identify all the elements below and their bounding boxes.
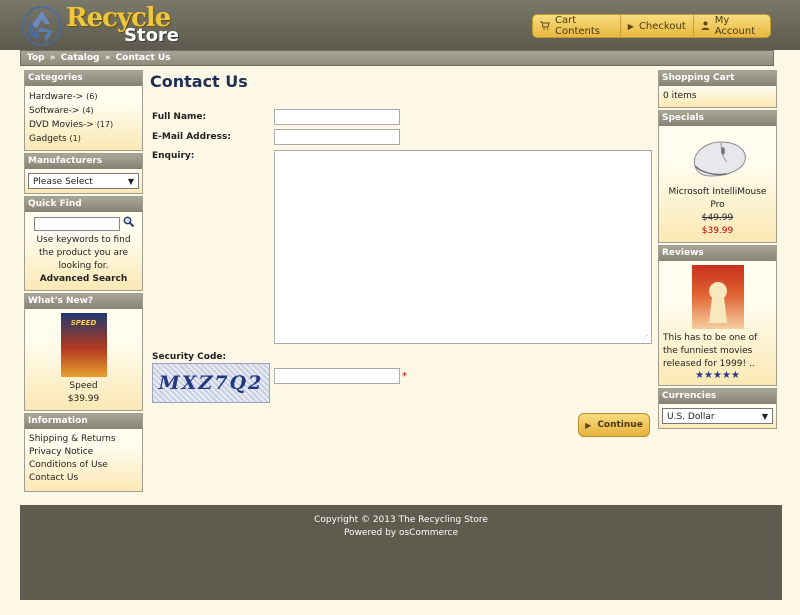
keyhole-icon [708,282,727,323]
review-product-image[interactable] [691,265,744,329]
information-box: Information Shipping & Returns Privacy N… [24,413,143,492]
review-text[interactable]: This has to be one of the funniest movie… [663,332,772,371]
resize-handle-icon[interactable]: ⋰ [642,334,649,342]
breadcrumb-catalog[interactable]: Catalog [61,53,100,63]
copyright-text: Copyright © 2013 The Recycling Store [314,515,488,525]
specials-old-price: $49.99 [701,213,734,223]
security-code-field[interactable] [274,368,400,384]
cart-contents-label: Cart Contents [555,15,600,37]
whats-new-title: What's New? [25,293,142,309]
specials-product-name[interactable]: Microsoft IntelliMouse Pro [663,186,772,212]
quick-find-box: Quick Find Use keywords to find the prod… [24,196,143,291]
information-title: Information [25,413,142,429]
categories-title: Categories [25,70,142,86]
specials-new-price: $39.99 [701,226,734,236]
reviews-title[interactable]: Reviews [659,245,776,261]
chevron-down-icon: ▼ [761,412,768,421]
continue-button[interactable]: ▶ Continue [578,413,650,437]
my-account-button[interactable]: My Account [694,15,770,37]
category-item[interactable]: Hardware-> (6) [29,90,138,104]
mouse-icon [693,141,746,177]
full-name-label: Full Name: [152,112,207,122]
category-item[interactable]: Gadgets (1) [29,132,138,146]
breadcrumb-separator: » [104,53,111,63]
security-code-label: Security Code: [152,352,227,362]
breadcrumb-separator: » [49,53,56,63]
chevron-down-icon: ▼ [127,177,134,186]
advanced-search-link[interactable]: Advanced Search [29,273,138,286]
currencies-title: Currencies [659,388,776,404]
categories-box: Categories Hardware-> (6) Software-> (4)… [24,70,143,151]
required-marker: * [402,371,407,382]
whats-new-product-image[interactable]: SPEED [60,313,107,377]
currency-selected: U.S. Dollar [667,412,715,422]
cart-contents-button[interactable]: Cart Contents [533,15,621,37]
captcha-image: MXZ7Q2 [152,363,270,403]
quick-find-title: Quick Find [25,196,142,212]
quick-find-help: Use keywords to find the product you are… [36,235,131,271]
manufacturers-box: Manufacturers Please Select ▼ [24,153,143,194]
continue-label: Continue [597,420,643,430]
category-item[interactable]: DVD Movies-> (17) [29,118,138,132]
powered-by-link[interactable]: Powered by osCommerce [20,527,782,540]
info-link-conditions[interactable]: Conditions of Use [29,459,138,472]
shopping-cart-box: Shopping Cart 0 items [658,70,777,108]
whats-new-box: What's New? SPEED Speed $39.99 [24,293,143,411]
whats-new-product-price: $39.99 [67,394,100,404]
specials-title[interactable]: Specials [659,110,776,126]
enquiry-textarea[interactable]: ⋰ [274,150,652,344]
manufacturers-selected: Please Select [33,177,93,187]
shopping-cart-title[interactable]: Shopping Cart [659,70,776,86]
person-icon [701,21,710,32]
email-label: E-Mail Address: [152,132,231,142]
breadcrumb-top[interactable]: Top [27,53,45,63]
breadcrumb-contact-us[interactable]: Contact Us [116,53,171,63]
arrow-right-icon: ▶ [627,21,634,31]
site-header: Recycle Store Cart Contents ▶ Checkout M… [0,0,800,50]
left-sidebar: Categories Hardware-> (6) Software-> (4)… [24,70,143,494]
arrow-right-icon: ▶ [585,420,592,430]
info-link-contact[interactable]: Contact Us [29,472,138,485]
top-nav: Cart Contents ▶ Checkout My Account [532,14,771,38]
page-title: Contact Us [150,72,248,91]
recycle-logo-icon [22,6,62,46]
rating-stars: ★★★★★ [695,370,740,381]
info-link-shipping[interactable]: Shipping & Returns [29,433,138,446]
manufacturers-title: Manufacturers [25,153,142,169]
specials-box: Specials Microsoft IntelliMouse Pro $49.… [658,110,777,243]
manufacturers-select[interactable]: Please Select ▼ [28,173,139,189]
currencies-box: Currencies U.S. Dollar ▼ [658,388,777,429]
my-account-label: My Account [714,15,756,37]
store-logo[interactable]: Recycle Store [20,3,190,47]
cart-items-count: 0 items [663,91,697,101]
breadcrumb: Top » Catalog » Contact Us [20,50,774,66]
cover-title: SPEED [70,319,97,327]
category-item[interactable]: Software-> (4) [29,104,138,118]
full-name-field[interactable] [274,109,400,125]
checkout-button[interactable]: ▶ Checkout [621,15,694,37]
whats-new-product-name[interactable]: Speed [29,380,138,393]
reviews-box: Reviews This has to be one of the funnie… [658,245,777,386]
mouse-product-image[interactable] [663,130,772,186]
main-content: Contact Us Full Name: E-Mail Address: En… [150,72,652,502]
email-field[interactable] [274,129,400,145]
search-icon[interactable] [123,216,134,231]
info-link-privacy[interactable]: Privacy Notice [29,446,138,459]
checkout-label: Checkout [638,20,686,32]
currency-select[interactable]: U.S. Dollar ▼ [662,408,773,424]
cart-icon [540,21,550,32]
site-footer: Copyright © 2013 The Recycling Store Pow… [20,505,782,600]
right-sidebar: Shopping Cart 0 items Specials Microsoft… [658,70,777,431]
quick-find-input[interactable] [33,216,120,231]
logo-text-store: Store [124,25,180,46]
enquiry-label: Enquiry: [152,151,195,161]
